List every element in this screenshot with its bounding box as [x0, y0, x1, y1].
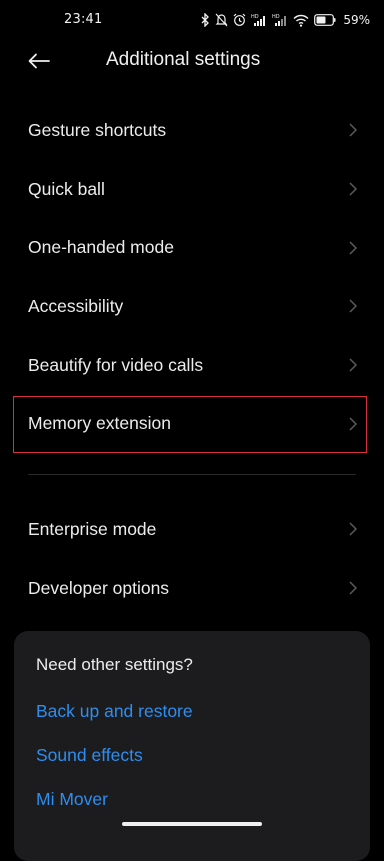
other-settings-card: Need other settings? Back up and restore… — [14, 631, 370, 861]
setting-label: One-handed mode — [28, 237, 174, 258]
signal-hd-icon: HD — [251, 14, 266, 26]
chevron-right-icon — [349, 299, 358, 313]
battery-percent: 59% — [343, 13, 370, 27]
page-title: Additional settings — [106, 49, 261, 70]
back-arrow-icon — [28, 53, 50, 69]
chevron-right-icon — [349, 358, 358, 372]
setting-beautify-video-calls[interactable]: Beautify for video calls — [0, 336, 384, 395]
header: Additional settings — [0, 38, 384, 84]
status-icons: HD HD 59% — [201, 10, 370, 30]
setting-memory-extension[interactable]: Memory extension — [0, 394, 384, 453]
svg-text:HD: HD — [251, 14, 259, 20]
chevron-right-icon — [349, 241, 358, 255]
signal-hd-icon-2: HD — [272, 14, 287, 26]
link-sound-effects[interactable]: Sound effects — [36, 745, 143, 766]
setting-one-handed-mode[interactable]: One-handed mode — [0, 218, 384, 277]
setting-label: Beautify for video calls — [28, 354, 204, 375]
chevron-right-icon — [349, 123, 358, 137]
setting-gesture-shortcuts[interactable]: Gesture shortcuts — [0, 101, 384, 160]
alarm-icon — [233, 13, 246, 26]
setting-quick-ball[interactable]: Quick ball — [0, 160, 384, 219]
chevron-right-icon — [349, 581, 358, 595]
svg-text:HD: HD — [272, 14, 280, 20]
settings-list: Gesture shortcuts Quick ball One-handed … — [0, 101, 384, 453]
link-back-up-restore[interactable]: Back up and restore — [36, 701, 193, 722]
status-bar: 23:41 HD HD 59% — [0, 0, 384, 40]
settings-list-2: Enterprise mode Developer options — [0, 500, 384, 617]
setting-label: Gesture shortcuts — [28, 119, 167, 140]
gesture-nav-handle[interactable] — [122, 822, 262, 826]
setting-label: Memory extension — [28, 413, 171, 434]
link-mi-mover[interactable]: Mi Mover — [36, 789, 108, 810]
wifi-icon — [293, 14, 309, 27]
setting-label: Enterprise mode — [28, 518, 157, 539]
divider — [28, 474, 356, 475]
mute-icon — [215, 13, 228, 27]
bluetooth-icon — [201, 13, 210, 27]
setting-accessibility[interactable]: Accessibility — [0, 277, 384, 336]
setting-label: Developer options — [28, 577, 170, 598]
setting-label: Quick ball — [28, 178, 105, 199]
back-button[interactable] — [22, 46, 56, 76]
chevron-right-icon — [349, 522, 358, 536]
status-time: 23:41 — [64, 12, 103, 27]
setting-enterprise-mode[interactable]: Enterprise mode — [0, 500, 384, 559]
chevron-right-icon — [349, 182, 358, 196]
setting-developer-options[interactable]: Developer options — [0, 559, 384, 618]
setting-label: Accessibility — [28, 295, 124, 316]
chevron-right-icon — [349, 417, 358, 431]
card-title: Need other settings? — [36, 655, 193, 674]
battery-icon — [314, 14, 336, 26]
